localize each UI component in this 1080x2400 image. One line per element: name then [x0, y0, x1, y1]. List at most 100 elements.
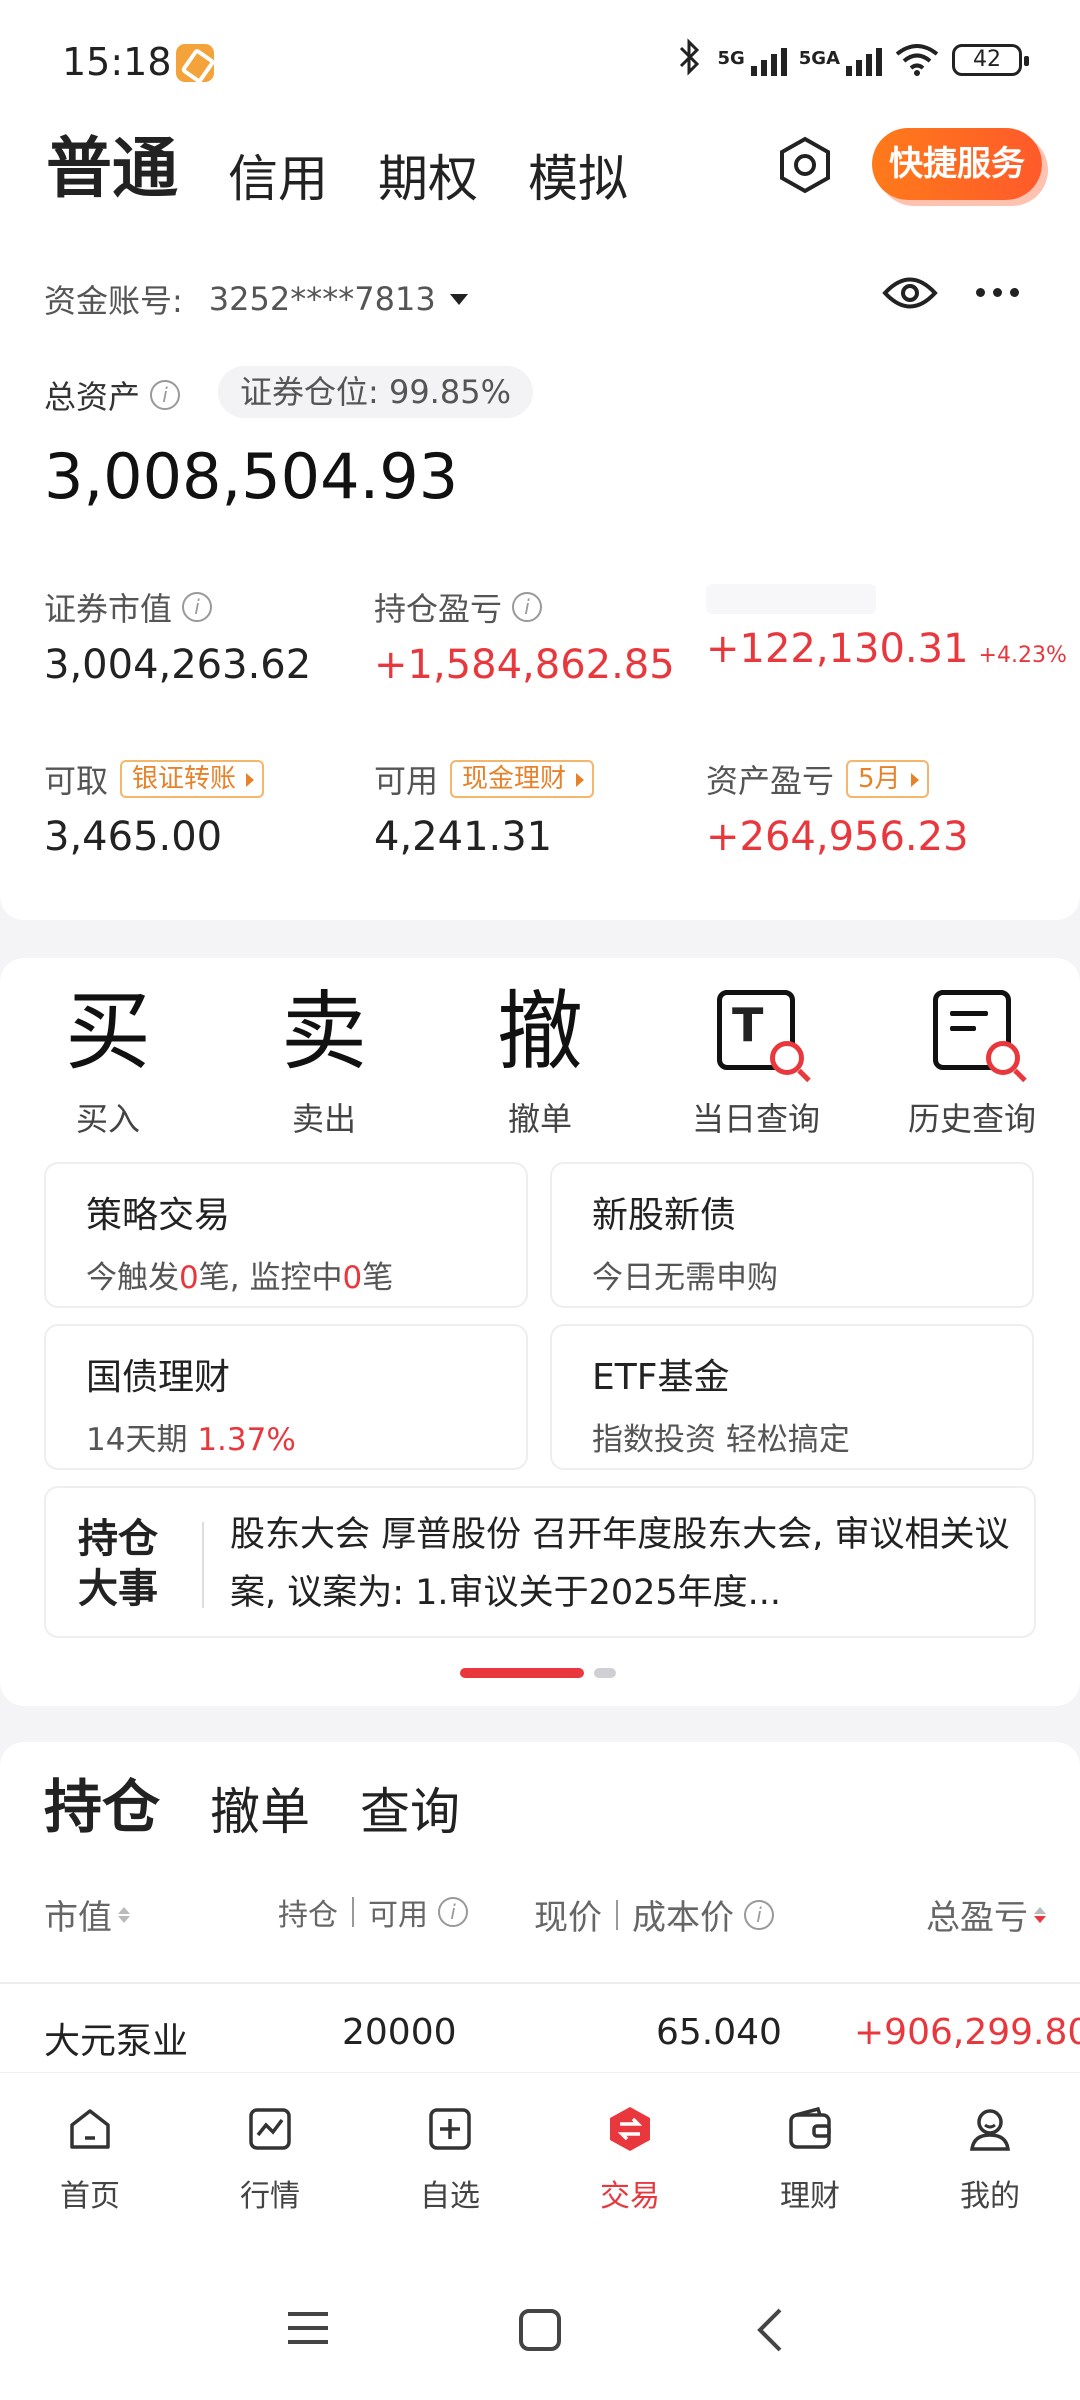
withdrawable-metric: 可取 银证转账 3,465.00 — [44, 756, 265, 860]
more-icon[interactable] — [976, 288, 1019, 297]
battery-icon: 42 — [952, 44, 1029, 76]
wallet-icon — [789, 2106, 831, 2149]
history-query-button[interactable]: 历史查询 — [864, 978, 1080, 1140]
quick-service-button[interactable]: 快捷服务 — [872, 128, 1042, 200]
system-navigation-bar — [0, 2268, 1080, 2400]
carousel-indicator — [460, 1668, 616, 1678]
stock-name: 大元泵业 — [44, 2021, 189, 2062]
nav-home[interactable]: 首页 — [0, 2073, 180, 2268]
holdings-tabs: 持仓 撤单 查询 — [39, 1760, 460, 1844]
trade-actions-card: 买 买入 卖 卖出 撤 撤单 T 当日查询 历史查询 策略交易 今触发0笔, 监… — [0, 958, 1080, 1706]
divider — [0, 1982, 1080, 1984]
wifi-icon — [895, 44, 939, 76]
available-value: 4,241.31 — [374, 814, 553, 860]
nav-profile[interactable]: 我的 — [900, 2073, 1080, 2268]
month-tag[interactable]: 5月 — [846, 760, 929, 798]
tab-credit[interactable]: 信用 — [228, 139, 328, 211]
total-asset-value: 3,008,504.93 — [44, 440, 459, 513]
signal-5g-icon: 5G — [717, 48, 787, 76]
bluetooth-icon — [680, 38, 700, 76]
stock-pl: +906,299.80 — [854, 2012, 1080, 2053]
col-price-cost: 现价 成本价 i — [534, 1890, 774, 1939]
cash-management-tag[interactable]: 现金理财 — [450, 760, 595, 798]
trade-icon — [610, 2107, 650, 2151]
signal-5ga-icon: 5GA — [799, 48, 882, 76]
withdrawable-value: 3,465.00 — [44, 814, 223, 860]
buy-button[interactable]: 买 买入 — [0, 978, 216, 1140]
tab-normal[interactable]: 普通 — [40, 115, 178, 211]
sell-button[interactable]: 卖 卖出 — [216, 978, 432, 1140]
home-icon — [70, 2109, 110, 2149]
eye-icon[interactable] — [882, 272, 938, 314]
app-notification-icon — [176, 44, 214, 82]
market-value-metric: 证券市值 i 3,004,263.62 — [44, 590, 312, 688]
tab-options[interactable]: 期权 — [378, 139, 478, 211]
etf-fund-tile[interactable]: ETF基金 指数投资 轻松搞定 — [550, 1324, 1034, 1470]
holding-pl-value: +1,584,862.85 — [374, 642, 675, 688]
info-icon[interactable]: i — [150, 380, 181, 410]
col-total-pl[interactable]: 总盈亏 — [926, 1890, 1046, 1939]
asset-pl-value: +264,956.23 — [706, 814, 969, 860]
chart-icon — [249, 2108, 291, 2150]
home-square-icon[interactable] — [518, 2308, 562, 2352]
history-query-icon — [933, 990, 1020, 1075]
hidden-label — [706, 584, 876, 614]
trade-actions: 买 买入 卖 卖出 撤 撤单 T 当日查询 历史查询 — [0, 978, 1080, 1140]
market-value: 3,004,263.62 — [44, 642, 312, 688]
sort-icon — [118, 1905, 130, 1925]
user-icon — [969, 2109, 1011, 2151]
sort-icon — [1034, 1905, 1046, 1925]
tab-holdings[interactable]: 持仓 — [39, 1760, 160, 1844]
strategy-trading-tile[interactable]: 策略交易 今触发0笔, 监控中0笔 — [44, 1162, 528, 1308]
cancel-order-button[interactable]: 撤 撤单 — [432, 978, 648, 1140]
account-selector[interactable]: 资金账号: 3252****7813 — [44, 276, 468, 322]
asset-pl-metric: 资产盈亏 5月 +264,956.23 — [706, 760, 969, 860]
today-pl-pct: +4.23% — [978, 643, 1067, 668]
holding-news-banner[interactable]: 持仓大事 股东大会 厚普股份 召开年度股东大会, 审议相关议案, 议案为: 1.… — [44, 1486, 1036, 1638]
account-overview: 普通 信用 期权 模拟 快捷服务 资金账号: 3252****7813 总资产 … — [0, 100, 1080, 920]
position-ratio-pill: 证券仓位: 99.85% — [218, 366, 533, 418]
ipo-tile[interactable]: 新股新债 今日无需申购 — [550, 1162, 1034, 1308]
col-qty-available: 持仓 可用 i — [278, 1890, 468, 1934]
holding-news-text: 股东大会 厚普股份 召开年度股东大会, 审议相关议案, 议案为: 1.审议关于2… — [230, 1515, 1010, 1613]
total-asset-label: 总资产 i — [44, 372, 181, 418]
menu-icon[interactable] — [286, 2308, 330, 2348]
status-time: 15:18 — [62, 40, 172, 84]
holdings-section: 持仓 撤单 查询 市值 持仓 可用 i 现价 成本价 i 总盈亏 大元泵业 20000 … — [0, 1742, 1080, 2072]
info-icon[interactable]: i — [744, 1899, 774, 1930]
plus-box-icon — [429, 2108, 471, 2150]
back-icon[interactable] — [754, 2306, 784, 2354]
today-pl-metric: +122,130.31 +4.23% — [706, 584, 1067, 672]
nav-watchlist[interactable]: 自选 — [360, 2073, 540, 2268]
sell-icon: 卖 — [281, 982, 367, 1082]
available-metric: 可用 现金理财 4,241.31 — [374, 756, 595, 860]
col-market-value[interactable]: 市值 — [44, 1890, 130, 1939]
settings-icon[interactable] — [776, 136, 834, 194]
stock-price: 65.040 — [656, 2012, 782, 2053]
tab-cancel-orders[interactable]: 撤单 — [210, 1772, 310, 1844]
account-type-tabs: 普通 信用 期权 模拟 — [40, 115, 628, 211]
cancel-order-icon: 撤 — [497, 982, 583, 1082]
holding-news-badge: 持仓大事 — [78, 1515, 158, 1612]
tab-query[interactable]: 查询 — [360, 1772, 460, 1844]
buy-icon: 买 — [65, 982, 151, 1082]
bank-transfer-tag[interactable]: 银证转账 — [120, 760, 265, 798]
info-icon[interactable]: i — [438, 1897, 468, 1927]
info-icon[interactable]: i — [512, 592, 543, 622]
treasury-bond-tile[interactable]: 国债理财 14天期 1.37% — [44, 1324, 528, 1470]
caret-down-icon — [449, 293, 468, 305]
status-icons: 5G 5GA 42 — [675, 38, 1029, 76]
holding-pl-metric: 持仓盈亏 i +1,584,862.85 — [374, 590, 675, 688]
account-label: 资金账号: — [44, 282, 183, 320]
tab-simulation[interactable]: 模拟 — [528, 139, 628, 211]
nav-wealth[interactable]: 理财 — [720, 2073, 900, 2268]
nav-market[interactable]: 行情 — [180, 2073, 360, 2268]
bottom-navigation: 首页 行情 自选 交易 理财 我的 — [0, 2072, 1080, 2268]
divider — [202, 1522, 204, 1608]
holdings-table-header: 市值 持仓 可用 i 现价 成本价 i 总盈亏 — [0, 1890, 1080, 1960]
info-icon[interactable]: i — [182, 592, 213, 622]
account-number: 3252****7813 — [208, 280, 436, 318]
nav-trade[interactable]: 交易 — [540, 2073, 720, 2268]
today-pl-value: +122,130.31 — [706, 626, 969, 672]
today-query-button[interactable]: T 当日查询 — [648, 978, 864, 1140]
